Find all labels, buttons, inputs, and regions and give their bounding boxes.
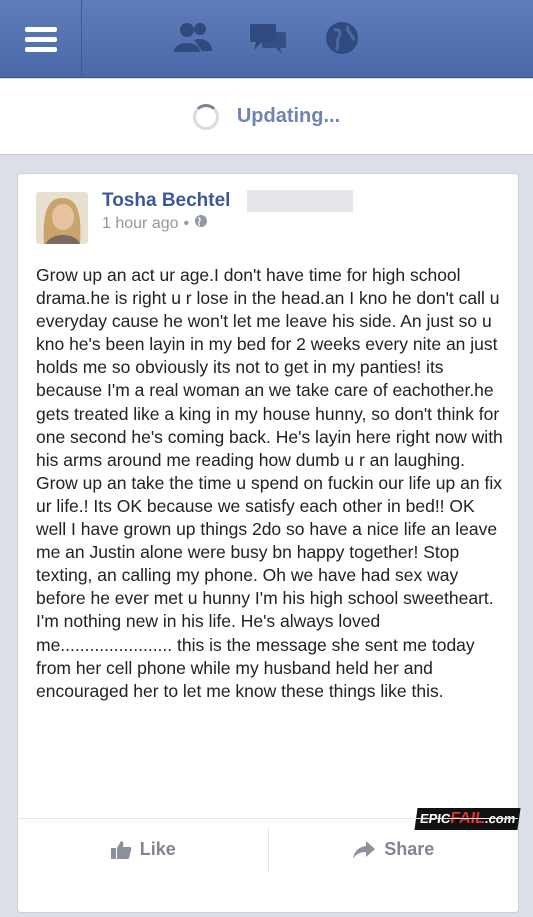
updating-label: Updating...: [236, 105, 341, 127]
like-button[interactable]: Like: [18, 819, 268, 880]
top-navigation-bar: [0, 0, 533, 78]
share-label: Share: [384, 839, 435, 859]
thumbs-up-icon: [110, 840, 132, 859]
menu-button[interactable]: [0, 0, 82, 78]
meta-separator: •: [183, 214, 190, 232]
friends-icon[interactable]: [172, 20, 214, 59]
post-text: Grow up an act ur age.I don't have time …: [36, 265, 503, 701]
spinner-icon: [192, 103, 219, 130]
post-actions: Like Share: [18, 818, 518, 880]
globe-icon[interactable]: [324, 20, 360, 61]
menu-icon: [24, 22, 57, 57]
share-arrow-icon: [353, 840, 376, 859]
avatar[interactable]: [36, 192, 88, 244]
post-timestamp[interactable]: 1 hour ago: [102, 215, 179, 233]
updating-banner: Updating...: [0, 79, 533, 155]
globe-icon: [194, 214, 208, 233]
post-card: Tosha Bechtel 1 hour ago • Grow up an ac…: [17, 173, 521, 913]
messages-icon[interactable]: [248, 20, 288, 61]
post-meta: 1 hour ago •: [102, 214, 208, 233]
author-name[interactable]: Tosha Bechtel: [102, 190, 230, 212]
share-button[interactable]: Share: [269, 819, 519, 880]
like-label: Like: [139, 839, 176, 859]
redacted-name-block: [247, 190, 353, 212]
